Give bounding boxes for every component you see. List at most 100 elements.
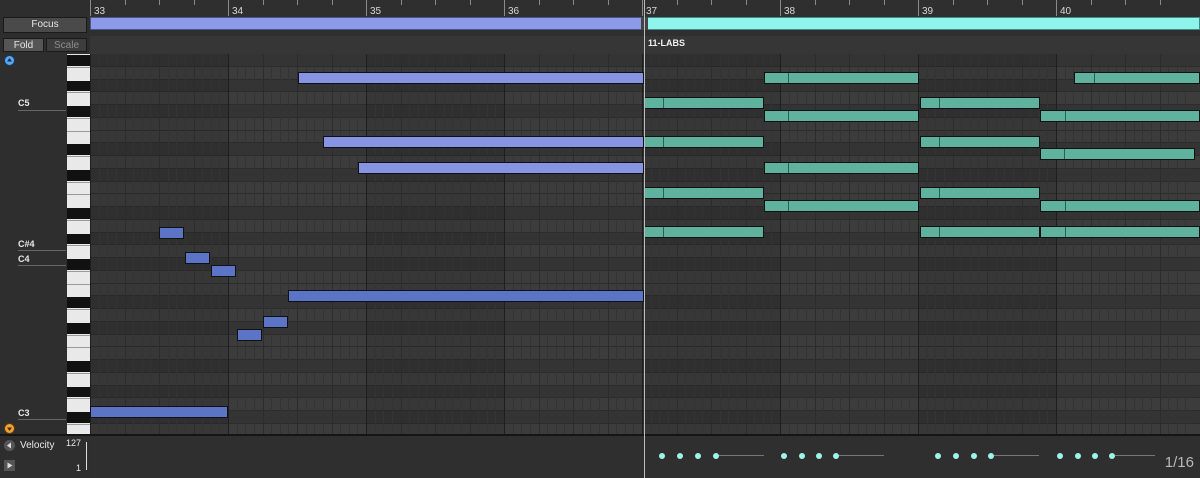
piano-key-divider (67, 92, 90, 94)
arrow-down-circle-icon[interactable] (4, 423, 15, 434)
midi-note[interactable] (237, 329, 262, 341)
loop-region-blue[interactable] (90, 17, 644, 30)
piano-black-key[interactable] (67, 144, 90, 155)
arrow-left-icon[interactable] (4, 440, 15, 451)
grid-line (607, 54, 609, 434)
midi-note[interactable] (288, 290, 644, 302)
midi-note[interactable] (920, 136, 1040, 148)
ruler-tick (1090, 0, 1092, 5)
piano-black-key[interactable] (67, 80, 90, 92)
bar-number: 37 (646, 6, 658, 17)
grid-line (115, 54, 117, 434)
scale-button[interactable]: Scale (46, 38, 87, 52)
midi-note[interactable] (298, 72, 644, 84)
velocity-point[interactable] (1075, 453, 1081, 459)
piano-keyboard[interactable] (67, 54, 90, 434)
grid-line (935, 54, 937, 434)
piano-black-key[interactable] (67, 259, 90, 270)
velocity-point[interactable] (816, 453, 822, 459)
midi-note[interactable] (1040, 200, 1200, 212)
note-tie-mark (1065, 111, 1066, 121)
midi-note[interactable] (358, 162, 644, 174)
piano-black-key[interactable] (67, 169, 90, 181)
midi-note[interactable] (920, 226, 1040, 238)
midi-note[interactable] (764, 162, 919, 174)
piano-black-key[interactable] (67, 208, 90, 219)
piano-black-key[interactable] (67, 55, 90, 66)
velocity-point[interactable] (677, 453, 683, 459)
midi-note[interactable] (211, 265, 236, 277)
ruler-tick (607, 0, 609, 5)
midi-note[interactable] (644, 136, 764, 148)
ruler-tick (780, 0, 781, 16)
grid-line (236, 54, 238, 434)
grid-line (495, 54, 497, 434)
fold-button[interactable]: Fold (3, 38, 44, 52)
note-tie-mark (1094, 73, 1095, 83)
grid-line (1030, 54, 1032, 434)
midi-note[interactable] (185, 252, 210, 264)
grid-line (529, 54, 531, 434)
velocity-lane[interactable]: 1/16 (90, 434, 1200, 478)
velocity-point[interactable] (833, 453, 839, 459)
velocity-point[interactable] (659, 453, 665, 459)
midi-note[interactable] (1040, 226, 1200, 238)
piano-black-key[interactable] (67, 361, 90, 372)
note-grid[interactable] (90, 54, 1200, 434)
velocity-point[interactable] (799, 453, 805, 459)
play-icon[interactable] (4, 460, 15, 471)
loop-region-teal[interactable] (644, 17, 1200, 30)
midi-note[interactable] (644, 187, 764, 199)
ruler-tick (1159, 0, 1161, 5)
grid-line (624, 54, 626, 434)
midi-note[interactable] (764, 72, 919, 84)
midi-note[interactable] (263, 316, 288, 328)
velocity-point[interactable] (1057, 453, 1063, 459)
focus-button[interactable]: Focus (3, 17, 87, 33)
velocity-point[interactable] (1109, 453, 1115, 459)
midi-note[interactable] (644, 97, 764, 109)
velocity-point[interactable] (695, 453, 701, 459)
midi-note[interactable] (90, 406, 228, 418)
velocity-point[interactable] (781, 453, 787, 459)
grid-line (357, 54, 359, 434)
velocity-point[interactable] (713, 453, 719, 459)
velocity-point[interactable] (935, 453, 941, 459)
midi-note[interactable] (920, 97, 1040, 109)
velocity-label: Velocity (20, 440, 55, 451)
velocity-point[interactable] (953, 453, 959, 459)
piano-key-divider (67, 156, 90, 157)
velocity-point[interactable] (988, 453, 994, 459)
piano-black-key[interactable] (67, 322, 90, 334)
grid-line (728, 54, 730, 434)
grid-line (331, 54, 333, 434)
piano-black-key[interactable] (67, 233, 90, 245)
midi-note[interactable] (323, 136, 644, 148)
velocity-stem (839, 455, 884, 456)
midi-note[interactable] (764, 200, 919, 212)
velocity-stem (1115, 455, 1155, 456)
piano-black-key[interactable] (67, 106, 90, 117)
grid-line (314, 54, 316, 434)
piano-black-key[interactable] (67, 412, 90, 423)
midi-note[interactable] (764, 110, 919, 122)
grid-line (383, 54, 385, 434)
midi-note[interactable] (1040, 148, 1195, 160)
arrow-up-circle-icon[interactable] (4, 55, 15, 66)
midi-note[interactable] (644, 226, 764, 238)
ruler-tick (504, 0, 505, 16)
timeline-ruler[interactable]: 33 34 35 36 37 38 39 40 (90, 0, 1200, 36)
piano-black-key[interactable] (67, 386, 90, 398)
piano-key-divider (67, 219, 90, 221)
midi-note[interactable] (1040, 110, 1200, 122)
velocity-point[interactable] (971, 453, 977, 459)
ruler-tick (124, 0, 126, 5)
velocity-point[interactable] (1092, 453, 1098, 459)
note-tie-mark (788, 201, 789, 211)
ruler-tick (711, 0, 712, 5)
midi-note[interactable] (1074, 72, 1200, 84)
velocity-stem (719, 455, 764, 456)
piano-black-key[interactable] (67, 297, 90, 308)
midi-note[interactable] (920, 187, 1040, 199)
midi-note[interactable] (159, 227, 184, 239)
